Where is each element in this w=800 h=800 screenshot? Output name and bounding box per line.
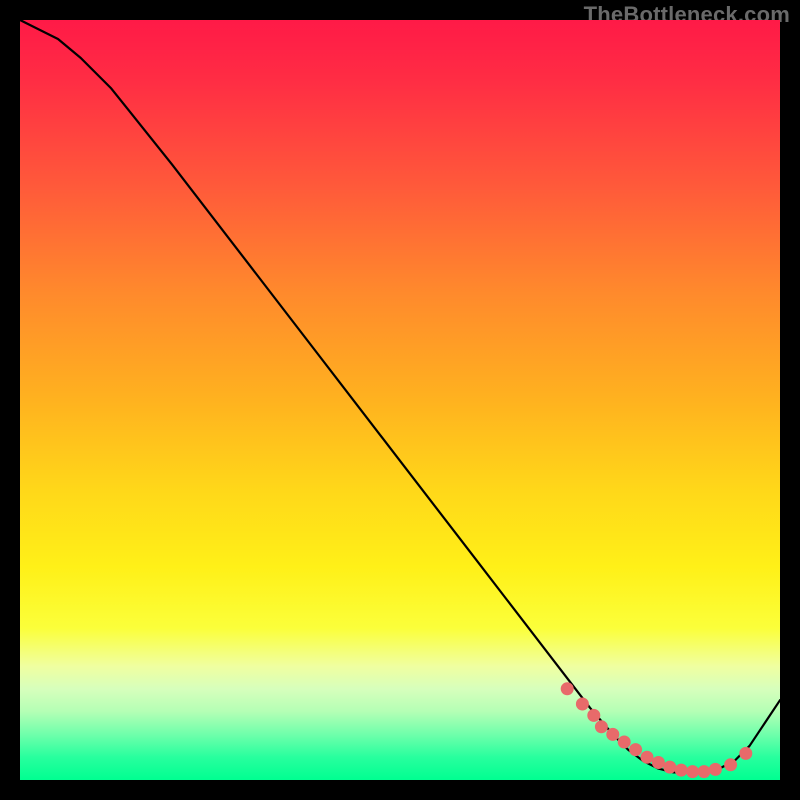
marker-dot [652,756,665,769]
highlighted-dots [561,682,753,778]
marker-dot [587,709,600,722]
marker-dot [709,763,722,776]
marker-dot [663,761,676,774]
plot-area [20,20,780,780]
marker-dot [595,720,608,733]
marker-dot [698,765,711,778]
marker-dot [606,728,619,741]
marker-dot [576,698,589,711]
marker-dot [618,736,631,749]
marker-dot [641,751,654,764]
marker-dot [724,758,737,771]
marker-dot [675,764,688,777]
marker-dot [739,747,752,760]
marker-dot [686,765,699,778]
chart-svg [20,20,780,780]
marker-dot [561,682,574,695]
bottleneck-curve [20,20,780,772]
marker-dot [629,743,642,756]
chart-stage: TheBottleneck.com [0,0,800,800]
